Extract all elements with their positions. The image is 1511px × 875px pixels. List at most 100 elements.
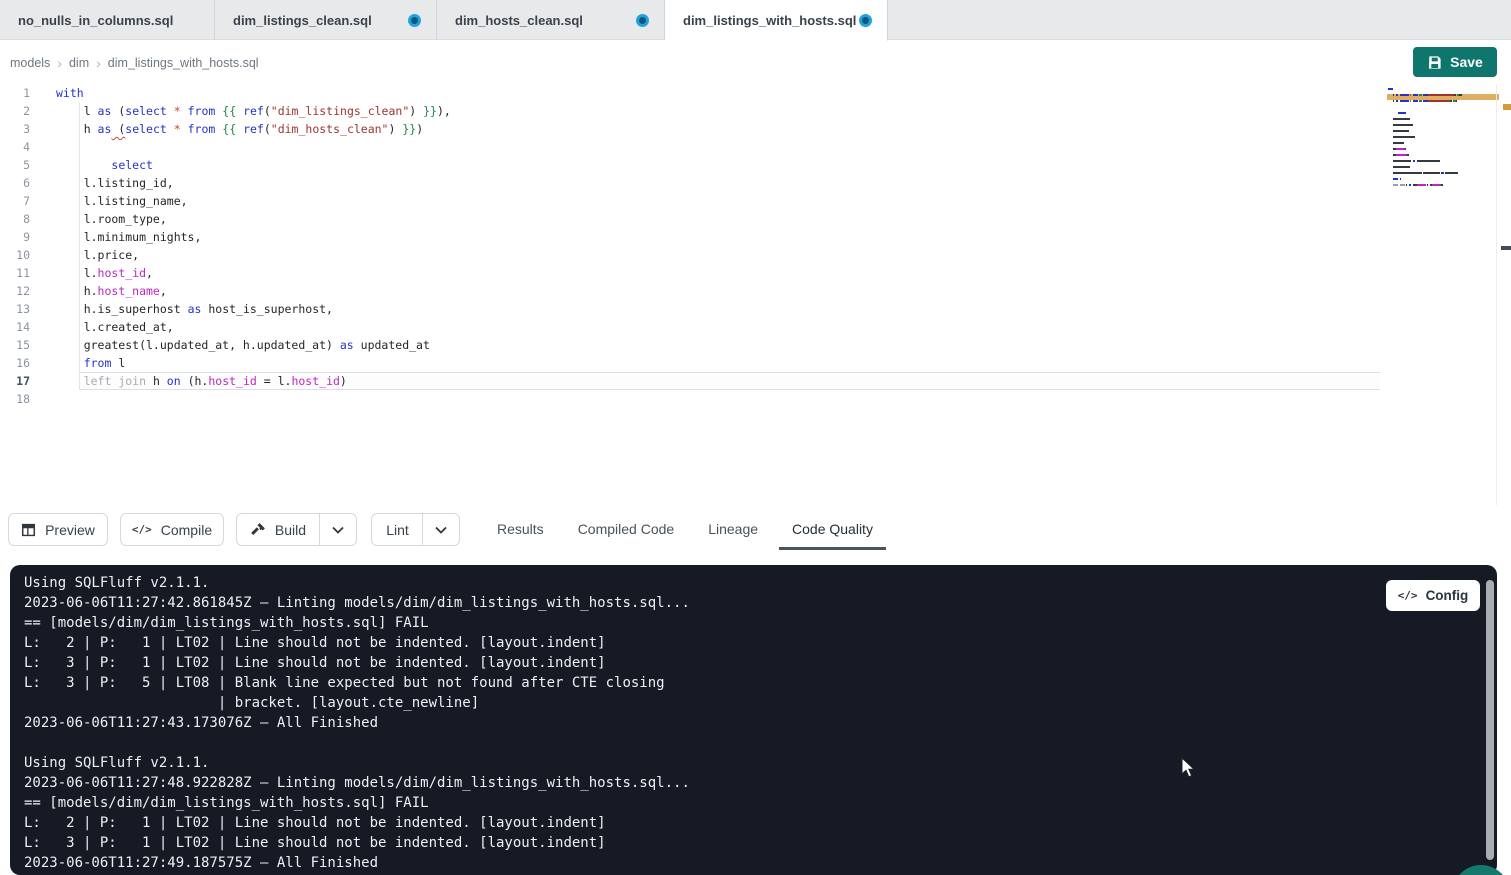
unsaved-changes-icon xyxy=(411,17,418,24)
editor-tab-dim_hosts_clean.sql[interactable]: dim_hosts_clean.sql xyxy=(437,0,665,40)
build-hammer-icon xyxy=(251,522,266,537)
line-number: 3 xyxy=(0,120,30,138)
tab-label: dim_hosts_clean.sql xyxy=(455,13,583,28)
build-button[interactable]: Build xyxy=(236,513,321,546)
unsaved-changes-icon xyxy=(862,17,869,24)
preview-button-label: Preview xyxy=(45,522,95,538)
code-line-9: 9 l.minimum_nights, xyxy=(0,228,1511,246)
code-line-11: 11 l.host_id, xyxy=(0,264,1511,282)
code-line-3: 3 h as (select * from {{ ref("dim_hosts_… xyxy=(0,120,1511,138)
code-line-7: 7 l.listing_name, xyxy=(0,192,1511,210)
result-tab-results[interactable]: Results xyxy=(497,505,544,554)
code-line-text[interactable]: l.listing_name, xyxy=(56,192,188,210)
preview-button[interactable]: Preview xyxy=(8,513,108,546)
code-line-text[interactable]: with xyxy=(56,84,84,102)
lint-output-terminal: Using SQLFluff v2.1.1. 2023-06-06T11:27:… xyxy=(10,565,1497,875)
editor-minimap[interactable] xyxy=(1388,86,1500,188)
editor-tab-dim_listings_clean.sql[interactable]: dim_listings_clean.sql xyxy=(215,0,437,40)
code-editor[interactable]: 1with2 l as (select * from {{ ref("dim_l… xyxy=(0,84,1511,505)
result-panel-tabs: Results Compiled Code Lineage Code Quality xyxy=(497,505,873,554)
line-number: 9 xyxy=(0,228,30,246)
code-line-text[interactable]: h.is_superhost as host_is_superhost, xyxy=(56,300,333,318)
config-button-label: Config xyxy=(1426,588,1469,603)
code-line-text[interactable]: from l xyxy=(56,354,125,372)
code-line-18: 18 xyxy=(0,390,1511,408)
code-line-text[interactable]: greatest(l.updated_at, h.updated_at) as … xyxy=(56,336,430,354)
code-line-text[interactable]: l.room_type, xyxy=(56,210,167,228)
code-line-text[interactable]: l.minimum_nights, xyxy=(56,228,201,246)
save-button[interactable]: Save xyxy=(1413,47,1497,77)
code-line-text[interactable]: l.host_id, xyxy=(56,264,153,282)
tab-label: no_nulls_in_columns.sql xyxy=(18,13,173,28)
line-number: 17 xyxy=(0,372,30,390)
breadcrumb-separator-icon: › xyxy=(57,55,62,71)
tab-label: dim_listings_clean.sql xyxy=(233,13,372,28)
code-line-text[interactable]: l.listing_id, xyxy=(56,174,174,192)
line-number: 12 xyxy=(0,282,30,300)
breadcrumb-separator-icon: › xyxy=(96,55,101,71)
result-tab-lineage[interactable]: Lineage xyxy=(708,505,758,554)
unsaved-changes-icon xyxy=(639,17,646,24)
line-number: 8 xyxy=(0,210,30,228)
overview-ruler-divider xyxy=(1496,85,1497,505)
build-dropdown-button[interactable] xyxy=(319,513,357,546)
line-number: 18 xyxy=(0,390,30,408)
preview-grid-icon xyxy=(21,523,36,537)
chevron-down-icon xyxy=(332,526,344,534)
code-line-1: 1with xyxy=(0,84,1511,102)
editor-tab-no_nulls_in_columns.sql[interactable]: no_nulls_in_columns.sql xyxy=(0,0,215,40)
code-line-text[interactable]: l.price, xyxy=(56,246,139,264)
code-line-12: 12 h.host_name, xyxy=(0,282,1511,300)
code-line-6: 6 l.listing_id, xyxy=(0,174,1511,192)
editor-tab-bar: no_nulls_in_columns.sql dim_listings_clea… xyxy=(0,0,1511,40)
code-line-text[interactable]: l.created_at, xyxy=(56,318,174,336)
line-number: 4 xyxy=(0,138,30,156)
breadcrumb-segment[interactable]: dim xyxy=(69,56,89,70)
line-number: 10 xyxy=(0,246,30,264)
code-line-text[interactable]: h.host_name, xyxy=(56,282,167,300)
line-number: 5 xyxy=(0,156,30,174)
code-line-17: 17 left join h on (h.host_id = l.host_id… xyxy=(0,372,1511,390)
line-number: 11 xyxy=(0,264,30,282)
breadcrumb-segment[interactable]: models xyxy=(10,56,50,70)
result-tab-code-quality[interactable]: Code Quality xyxy=(792,505,873,554)
overview-ruler-cursor-tick xyxy=(1501,246,1511,250)
line-number: 7 xyxy=(0,192,30,210)
code-line-text[interactable]: l as (select * from {{ ref("dim_listings… xyxy=(56,102,451,120)
build-button-label: Build xyxy=(275,522,306,538)
result-tab-compiled-code[interactable]: Compiled Code xyxy=(578,505,675,554)
line-number: 2 xyxy=(0,102,30,120)
code-line-10: 10 l.price, xyxy=(0,246,1511,264)
code-line-5: 5 select xyxy=(0,156,1511,174)
line-number: 14 xyxy=(0,318,30,336)
lint-dropdown-button[interactable] xyxy=(422,513,460,546)
compile-code-icon: </> xyxy=(132,523,152,536)
tab-label: dim_listings_with_hosts.sql xyxy=(683,13,856,28)
compile-button-label: Compile xyxy=(161,522,212,538)
breadcrumb-segment[interactable]: dim_listings_with_hosts.sql xyxy=(108,56,259,70)
code-line-text[interactable]: h as (select * from {{ ref("dim_hosts_cl… xyxy=(56,120,423,138)
line-number: 15 xyxy=(0,336,30,354)
line-number: 13 xyxy=(0,300,30,318)
editor-tab-dim_listings_with_hosts.sql[interactable]: dim_listings_with_hosts.sql xyxy=(665,0,888,41)
code-line-15: 15 greatest(l.updated_at, h.updated_at) … xyxy=(0,336,1511,354)
line-number: 6 xyxy=(0,174,30,192)
config-button[interactable]: </> Config xyxy=(1386,580,1480,611)
terminal-output-text: Using SQLFluff v2.1.1. 2023-06-06T11:27:… xyxy=(24,573,690,873)
code-line-text[interactable]: left join h on (h.host_id = l.host_id) xyxy=(56,372,347,390)
overview-ruler-warning-tick xyxy=(1503,104,1511,110)
lint-button-label: Lint xyxy=(386,522,409,538)
code-line-13: 13 h.is_superhost as host_is_superhost, xyxy=(0,300,1511,318)
chevron-down-icon xyxy=(435,526,447,534)
breadcrumb: models › dim › dim_listings_with_hosts.sql xyxy=(10,40,259,85)
code-line-text[interactable]: select xyxy=(56,156,153,174)
terminal-scrollbar[interactable] xyxy=(1486,580,1494,860)
code-line-4: 4 xyxy=(0,138,1511,156)
code-icon: </> xyxy=(1398,589,1418,602)
save-button-label: Save xyxy=(1450,54,1483,70)
save-icon xyxy=(1427,55,1442,70)
dbt-cloud-ide: no_nulls_in_columns.sql dim_listings_clea… xyxy=(0,0,1511,875)
code-line-16: 16 from l xyxy=(0,354,1511,372)
compile-button[interactable]: </> Compile xyxy=(120,513,224,546)
lint-button[interactable]: Lint xyxy=(371,513,424,546)
